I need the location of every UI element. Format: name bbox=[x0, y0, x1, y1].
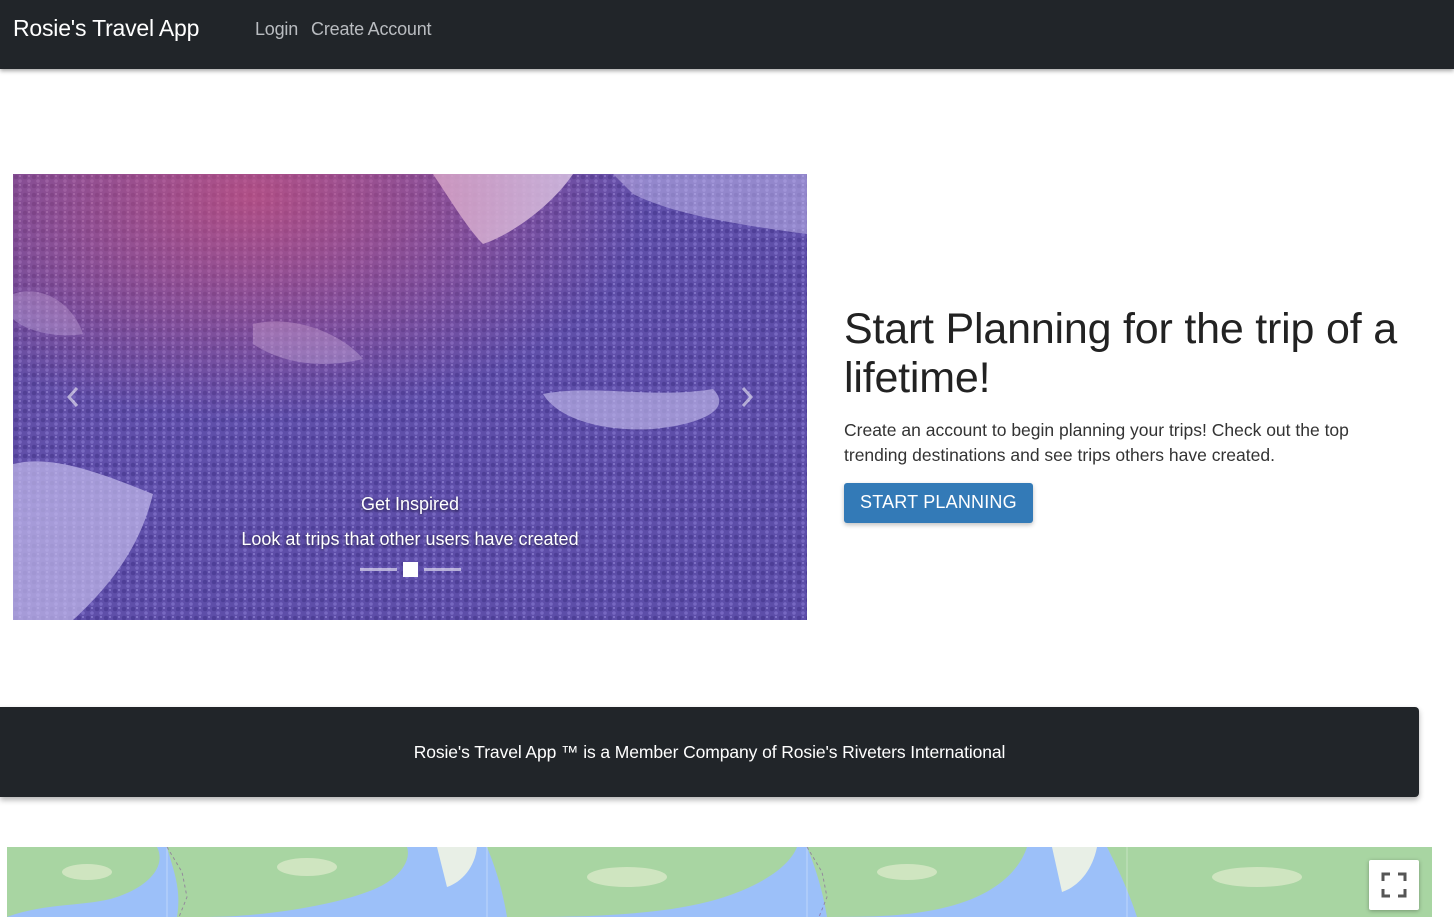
hero-description: Create an account to begin planning your… bbox=[844, 420, 1349, 465]
carousel-indicator-1[interactable] bbox=[359, 568, 397, 571]
carousel-prev-button[interactable] bbox=[13, 174, 133, 620]
hero-heading: Start Planning for the trip of a lifetim… bbox=[844, 305, 1397, 402]
top-navbar: Rosie's Travel App Login Create Account bbox=[0, 0, 1454, 69]
footer-text: Rosie's Travel App ™ is a Member Company… bbox=[413, 741, 1006, 762]
carousel-indicator-3[interactable] bbox=[423, 568, 461, 571]
world-map[interactable] bbox=[7, 847, 1432, 917]
hero-section: Start Planning for the trip of a lifetim… bbox=[844, 305, 1424, 523]
company-footer-bar: Rosie's Travel App ™ is a Member Company… bbox=[0, 707, 1419, 797]
nav-create-account-link[interactable]: Create Account bbox=[311, 19, 431, 40]
chevron-right-icon bbox=[741, 387, 754, 407]
brand-link[interactable]: Rosie's Travel App bbox=[13, 15, 199, 42]
nav-links: Login Create Account bbox=[255, 19, 432, 40]
carousel-indicators bbox=[13, 562, 807, 577]
start-planning-button[interactable]: START PLANNING bbox=[844, 483, 1033, 523]
nav-login-link[interactable]: Login bbox=[255, 19, 298, 40]
chevron-left-icon bbox=[66, 387, 79, 407]
fullscreen-icon bbox=[1381, 872, 1407, 898]
carousel-indicator-2[interactable] bbox=[402, 562, 418, 577]
map-fullscreen-button[interactable] bbox=[1369, 860, 1419, 910]
carousel-caption-title: Get Inspired bbox=[360, 494, 460, 514]
map-tiles bbox=[7, 847, 1432, 917]
carousel-caption-subtitle: Look at trips that other users have crea… bbox=[241, 529, 579, 549]
image-carousel: Get Inspired Look at trips that other us… bbox=[13, 174, 807, 620]
carousel-next-button[interactable] bbox=[687, 174, 807, 620]
